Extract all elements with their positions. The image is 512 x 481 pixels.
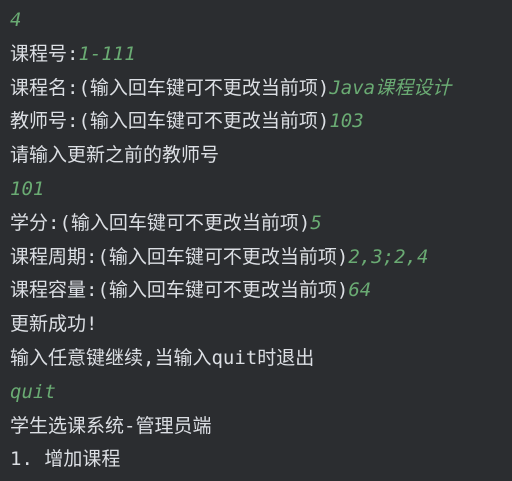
user-input-text: 1-111 [78, 42, 136, 65]
user-input-text: 103 [329, 110, 364, 133]
output-text: 输入任意键继续,当输入quit时退出 [10, 346, 315, 369]
console-line: 更新成功! [10, 308, 512, 342]
output-text: 课程容量:(输入回车键可不更改当前项) [10, 279, 349, 302]
console-line: 学分:(输入回车键可不更改当前项)5 [10, 207, 512, 241]
console-line: 输入任意键继续,当输入quit时退出 [10, 342, 512, 376]
console-line: 课程周期:(输入回车键可不更改当前项)2,3;2,4 [10, 241, 512, 275]
console-line: quit [10, 376, 512, 410]
output-text: 学生选课系统-管理员端 [10, 414, 212, 437]
output-text: 课程名:(输入回车键可不更改当前项) [10, 76, 330, 99]
user-input-text: 5 [310, 211, 322, 234]
output-text: 1. 增加课程 [10, 448, 121, 471]
user-input-text: quit [10, 380, 56, 403]
console-line: 101 [10, 173, 512, 207]
user-input-text: 4 [10, 9, 22, 31]
user-input-text: 64 [348, 279, 372, 302]
console-line: 1. 增加课程 [10, 443, 512, 477]
output-text: 课程周期:(输入回车键可不更改当前项) [10, 245, 349, 268]
console-line: 学生选课系统-管理员端 [10, 410, 512, 444]
output-text: 更新成功! [10, 313, 98, 336]
user-input-text: Java课程设计 [329, 76, 452, 99]
console-line: 教师号:(输入回车键可不更改当前项)103 [10, 105, 512, 139]
console-line: 课程容量:(输入回车键可不更改当前项)64 [10, 274, 512, 308]
output-text: 教师号:(输入回车键可不更改当前项) [10, 110, 330, 133]
console-line: 课程名:(输入回车键可不更改当前项)Java课程设计 [10, 72, 512, 106]
output-text: 课程号: [10, 42, 79, 65]
console-line: 请输入更新之前的教师号 [10, 139, 512, 173]
user-input-text: 101 [10, 177, 45, 200]
console-output[interactable]: 4 课程号:1-111 课程名:(输入回车键可不更改当前项)Java课程设计 教… [0, 0, 512, 481]
output-text: 请输入更新之前的教师号 [10, 144, 220, 167]
user-input-text: 2,3;2,4 [348, 245, 429, 268]
output-text: 学分:(输入回车键可不更改当前项) [10, 211, 311, 234]
console-line: 课程号:1-111 [10, 38, 512, 72]
console-line: 4 [10, 4, 512, 38]
